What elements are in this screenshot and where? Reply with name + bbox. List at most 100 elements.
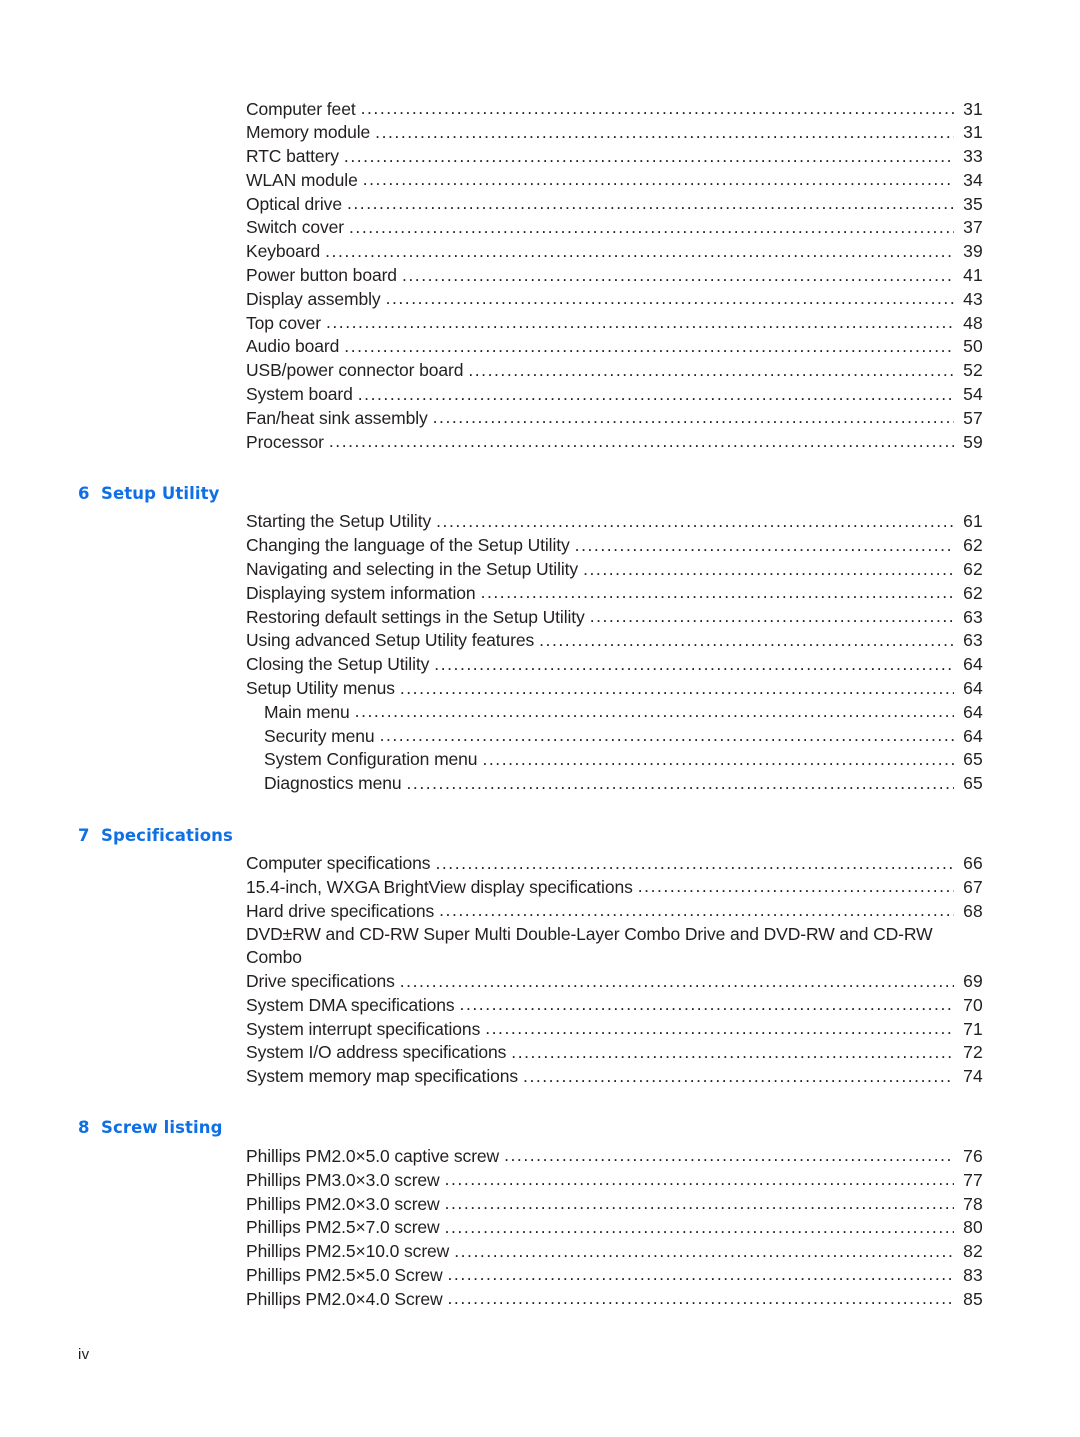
toc-entry[interactable]: Security menu 64	[0, 724, 1080, 748]
toc-entry-page-number: 67	[963, 876, 983, 897]
toc-entry-page-number: 74	[963, 1066, 983, 1087]
dot-leader	[482, 748, 954, 766]
toc-entry-page-number: 33	[963, 146, 983, 167]
dot-leader	[400, 677, 954, 695]
toc-entry[interactable]: Optical drive 35	[0, 192, 1080, 216]
toc-entry[interactable]: DVD±RW and CD-RW Super Multi Double-Laye…	[0, 923, 1080, 970]
toc-entry-label: System memory map specifications	[246, 1066, 519, 1087]
toc-entry-list: Starting the Setup Utility 61 Changing the…	[0, 510, 1080, 796]
toc-entry[interactable]: Computer specifications 66	[0, 852, 1080, 876]
toc-entry[interactable]: System I/O address specifications 72	[0, 1041, 1080, 1065]
toc-entry[interactable]: Phillips PM2.0×3.0 screw 78	[0, 1192, 1080, 1216]
toc-entry-page-number: 85	[963, 1288, 983, 1309]
toc-entry-page-number: 31	[963, 122, 983, 143]
toc-entry[interactable]: Fan/heat sink assembly 57	[0, 406, 1080, 430]
dot-leader	[638, 875, 954, 893]
toc-entry-page-number: 61	[963, 511, 983, 532]
chapter-heading-setup-utility[interactable]: 6 Setup Utility	[0, 484, 1080, 503]
toc-entry-label: Security menu	[264, 725, 375, 746]
toc-entry[interactable]: Keyboard 39	[0, 240, 1080, 264]
toc-entry[interactable]: Phillips PM2.0×4.0 Screw 85	[0, 1287, 1080, 1311]
dot-leader	[326, 311, 954, 329]
toc-entry-page-number: 70	[963, 994, 983, 1015]
toc-entry-page-number: 35	[963, 193, 983, 214]
toc-entry[interactable]: Memory module 31	[0, 121, 1080, 145]
toc-entry-label: System board	[246, 384, 353, 405]
toc-entry[interactable]: Display assembly 43	[0, 287, 1080, 311]
dot-leader	[435, 852, 954, 870]
toc-entry[interactable]: System memory map specifications 74	[0, 1065, 1080, 1089]
toc-entry-page-number: 64	[963, 654, 983, 675]
chapter-number: 8	[78, 1118, 90, 1138]
toc-entry[interactable]: Processor 59	[0, 430, 1080, 454]
dot-leader	[375, 121, 954, 139]
toc-entry[interactable]: Using advanced Setup Utility features 63	[0, 629, 1080, 653]
dot-leader	[347, 192, 954, 210]
toc-entry[interactable]: Top cover 48	[0, 311, 1080, 335]
toc-entry-label: Memory module	[246, 122, 371, 143]
toc-entry-label: Keyboard	[246, 241, 321, 262]
toc-entry[interactable]: Starting the Setup Utility 61	[0, 510, 1080, 534]
toc-entry-label: 15.4-inch, WXGA BrightView display speci…	[246, 876, 633, 897]
toc-entry-page-number: 62	[963, 559, 983, 580]
toc-entry[interactable]: Restoring default settings in the Setup …	[0, 605, 1080, 629]
toc-entry-label: Switch cover	[246, 217, 344, 238]
toc-entry-page-number: 80	[963, 1217, 983, 1238]
toc-entry[interactable]: Phillips PM2.0×5.0 captive screw 76	[0, 1144, 1080, 1168]
toc-entry[interactable]: Navigating and selecting in the Setup Ut…	[0, 558, 1080, 582]
toc-entry-label: Setup Utility menus	[246, 678, 395, 699]
toc-entry-continuation[interactable]: Drive specifications 69	[0, 970, 1080, 994]
chapter-heading-screw-listing[interactable]: 8 Screw listing	[0, 1118, 1080, 1137]
toc-entry-page-number: 34	[963, 169, 983, 190]
toc-entry[interactable]: Phillips PM3.0×3.0 screw 77	[0, 1168, 1080, 1192]
toc-group-removal-continued: Computer feet31Memory module 31RTC batter…	[0, 97, 1080, 454]
toc-entry-label: Diagnostics menu	[264, 773, 402, 794]
toc-entry[interactable]: System board 54	[0, 383, 1080, 407]
toc-entry[interactable]: RTC battery 33	[0, 145, 1080, 169]
toc-entry[interactable]: Switch cover 37	[0, 216, 1080, 240]
toc-entry[interactable]: Diagnostics menu 65	[0, 772, 1080, 796]
toc-entry[interactable]: Power button board 41	[0, 264, 1080, 288]
toc-entry-label: Fan/heat sink assembly	[246, 407, 428, 428]
toc-entry[interactable]: System Configuration menu 65	[0, 748, 1080, 772]
dot-leader	[504, 1144, 954, 1162]
toc-entry-label: System interrupt specifications	[246, 1018, 481, 1039]
toc-group-screw-listing: 8 Screw listing Phillips PM2.0×5.0 captive…	[0, 1118, 1080, 1311]
toc-entry-label: Display assembly	[246, 288, 381, 309]
toc-entry[interactable]: WLAN module 34	[0, 168, 1080, 192]
toc-entry-page-number: 37	[963, 217, 983, 238]
toc-entry[interactable]: Setup Utility menus 64	[0, 677, 1080, 701]
toc-entry-page-number: 63	[963, 630, 983, 651]
toc-entry[interactable]: Main menu 64	[0, 700, 1080, 724]
toc-entry-page-number: 62	[963, 535, 983, 556]
toc-entry[interactable]: Phillips PM2.5×5.0 Screw 83	[0, 1263, 1080, 1287]
toc-entry-page-number: 82	[963, 1241, 983, 1262]
toc-entry-page-number: 65	[963, 749, 983, 770]
page-folio: iv	[78, 1346, 90, 1363]
toc-entry-list: Computer specifications 66 15.4-inch, WXGA…	[0, 852, 1080, 1089]
chapter-heading-specifications[interactable]: 7 Specifications	[0, 826, 1080, 845]
toc-entry-label: Displaying system information	[246, 582, 476, 603]
toc-entry[interactable]: Computer feet 31	[0, 97, 1080, 121]
toc-entry[interactable]: System interrupt specifications 71	[0, 1017, 1080, 1041]
dot-leader	[355, 700, 954, 718]
dot-leader	[361, 97, 954, 115]
toc-entry-label: WLAN module	[246, 169, 358, 190]
toc-entry[interactable]: Displaying system information 62	[0, 581, 1080, 605]
toc-entry[interactable]: USB/power connector board 52	[0, 359, 1080, 383]
toc-entry-page-number: 64	[963, 701, 983, 722]
toc-entry[interactable]: Audio board 50	[0, 335, 1080, 359]
toc-entry[interactable]: 15.4-inch, WXGA BrightView display speci…	[0, 875, 1080, 899]
toc-entry[interactable]: Closing the Setup Utility 64	[0, 653, 1080, 677]
toc-entry[interactable]: Hard drive specifications 68	[0, 899, 1080, 923]
toc-entry-label: Power button board	[246, 265, 397, 286]
toc-entry-label: Starting the Setup Utility	[246, 511, 432, 532]
dot-leader	[454, 1240, 954, 1258]
toc-entry[interactable]: Changing the language of the Setup Utili…	[0, 534, 1080, 558]
chapter-title: Specifications	[101, 825, 233, 845]
toc-entry[interactable]: Phillips PM2.5×7.0 screw 80	[0, 1216, 1080, 1240]
toc-entry[interactable]: Phillips PM2.5×10.0 screw 82	[0, 1240, 1080, 1264]
toc-entry-page-number: 72	[963, 1042, 983, 1063]
toc-entry[interactable]: System DMA specifications 70	[0, 993, 1080, 1017]
toc-entry-page-number: 63	[963, 606, 983, 627]
